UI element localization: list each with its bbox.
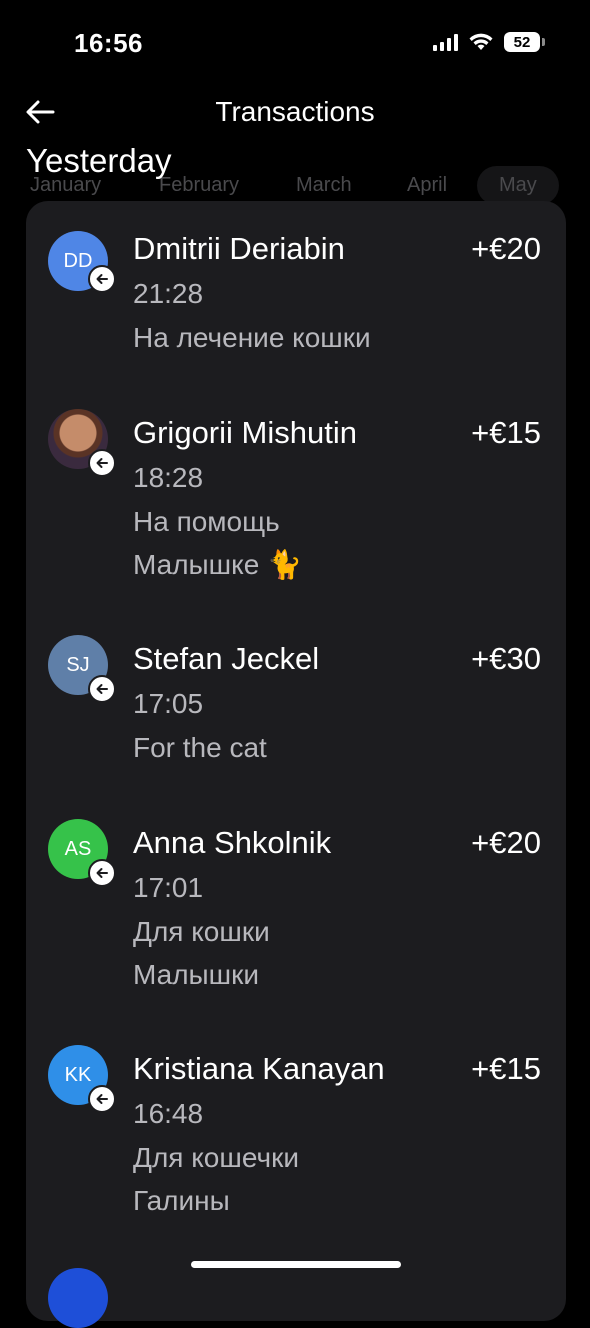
battery-level: 52 xyxy=(513,33,531,51)
avatar-initials: SJ xyxy=(66,653,90,676)
tab-april[interactable]: April xyxy=(407,174,447,197)
transaction-note: For the cat xyxy=(133,726,453,769)
transaction-name: Stefan Jeckel xyxy=(133,641,320,676)
transaction-note-line: На помощь xyxy=(133,506,280,537)
incoming-arrow-icon xyxy=(88,449,116,477)
transaction-note-line: Малышке 🐈 xyxy=(133,549,302,580)
transaction-name: Grigorii Mishutin xyxy=(133,415,357,450)
battery-icon: 52 xyxy=(504,32,545,52)
transaction-note-line: На лечение кошки xyxy=(133,322,371,353)
transaction-note: Для кошки Малышки xyxy=(133,910,453,996)
transaction-name: Anna Shkolnik xyxy=(133,825,332,860)
transaction-note: На лечение кошки xyxy=(133,316,453,359)
status-time: 16:56 xyxy=(74,28,143,58)
transaction-time: 17:05 xyxy=(133,688,204,719)
transaction-name: Dmitrii Deriabin xyxy=(133,231,345,266)
transaction-note: Для кошечки Галины xyxy=(133,1136,453,1222)
transaction-time: 21:28 xyxy=(133,278,204,309)
incoming-arrow-icon xyxy=(88,859,116,887)
incoming-arrow-icon xyxy=(88,265,116,293)
transaction-note-line: Для кошечки xyxy=(133,1142,299,1173)
transaction-time: 18:28 xyxy=(133,462,204,493)
section-title: Yesterday xyxy=(26,142,172,179)
avatar xyxy=(48,1268,108,1328)
page-title: Transactions xyxy=(215,96,375,127)
transaction-amount: +€15 xyxy=(471,1051,541,1086)
transaction-note-line: Для кошки xyxy=(133,916,270,947)
transaction-time: 17:01 xyxy=(133,872,204,903)
status-bar: 16:56 52 xyxy=(0,0,590,80)
avatar-initials: DD xyxy=(63,249,93,272)
transaction-amount: +€20 xyxy=(471,825,541,860)
transaction-amount: +€30 xyxy=(471,641,541,676)
tab-may[interactable]: May xyxy=(477,166,559,205)
cellular-signal-icon xyxy=(433,33,458,51)
tab-march[interactable]: March xyxy=(296,174,352,197)
status-icons: 52 xyxy=(433,32,545,52)
transaction-amount: +€20 xyxy=(471,231,541,266)
transactions-card: DD Dmitrii Deriabin +€20 21:28 На лечени… xyxy=(26,201,566,1321)
transaction-amount: +€15 xyxy=(471,415,541,450)
transaction-note: На помощь Малышке 🐈 xyxy=(133,500,453,586)
transaction-note-line: Галины xyxy=(133,1185,230,1216)
transaction-name: Kristiana Kanayan xyxy=(133,1051,385,1086)
transaction-note-line: Малышки xyxy=(133,959,260,990)
wifi-icon xyxy=(469,33,493,50)
transaction-time: 16:48 xyxy=(133,1098,204,1129)
incoming-arrow-icon xyxy=(88,675,116,703)
home-indicator[interactable] xyxy=(191,1261,401,1268)
transaction-note-line: For the cat xyxy=(133,732,267,763)
avatar-initials: KK xyxy=(64,1063,92,1086)
incoming-arrow-icon xyxy=(88,1085,116,1113)
avatar-initials: AS xyxy=(64,837,92,860)
